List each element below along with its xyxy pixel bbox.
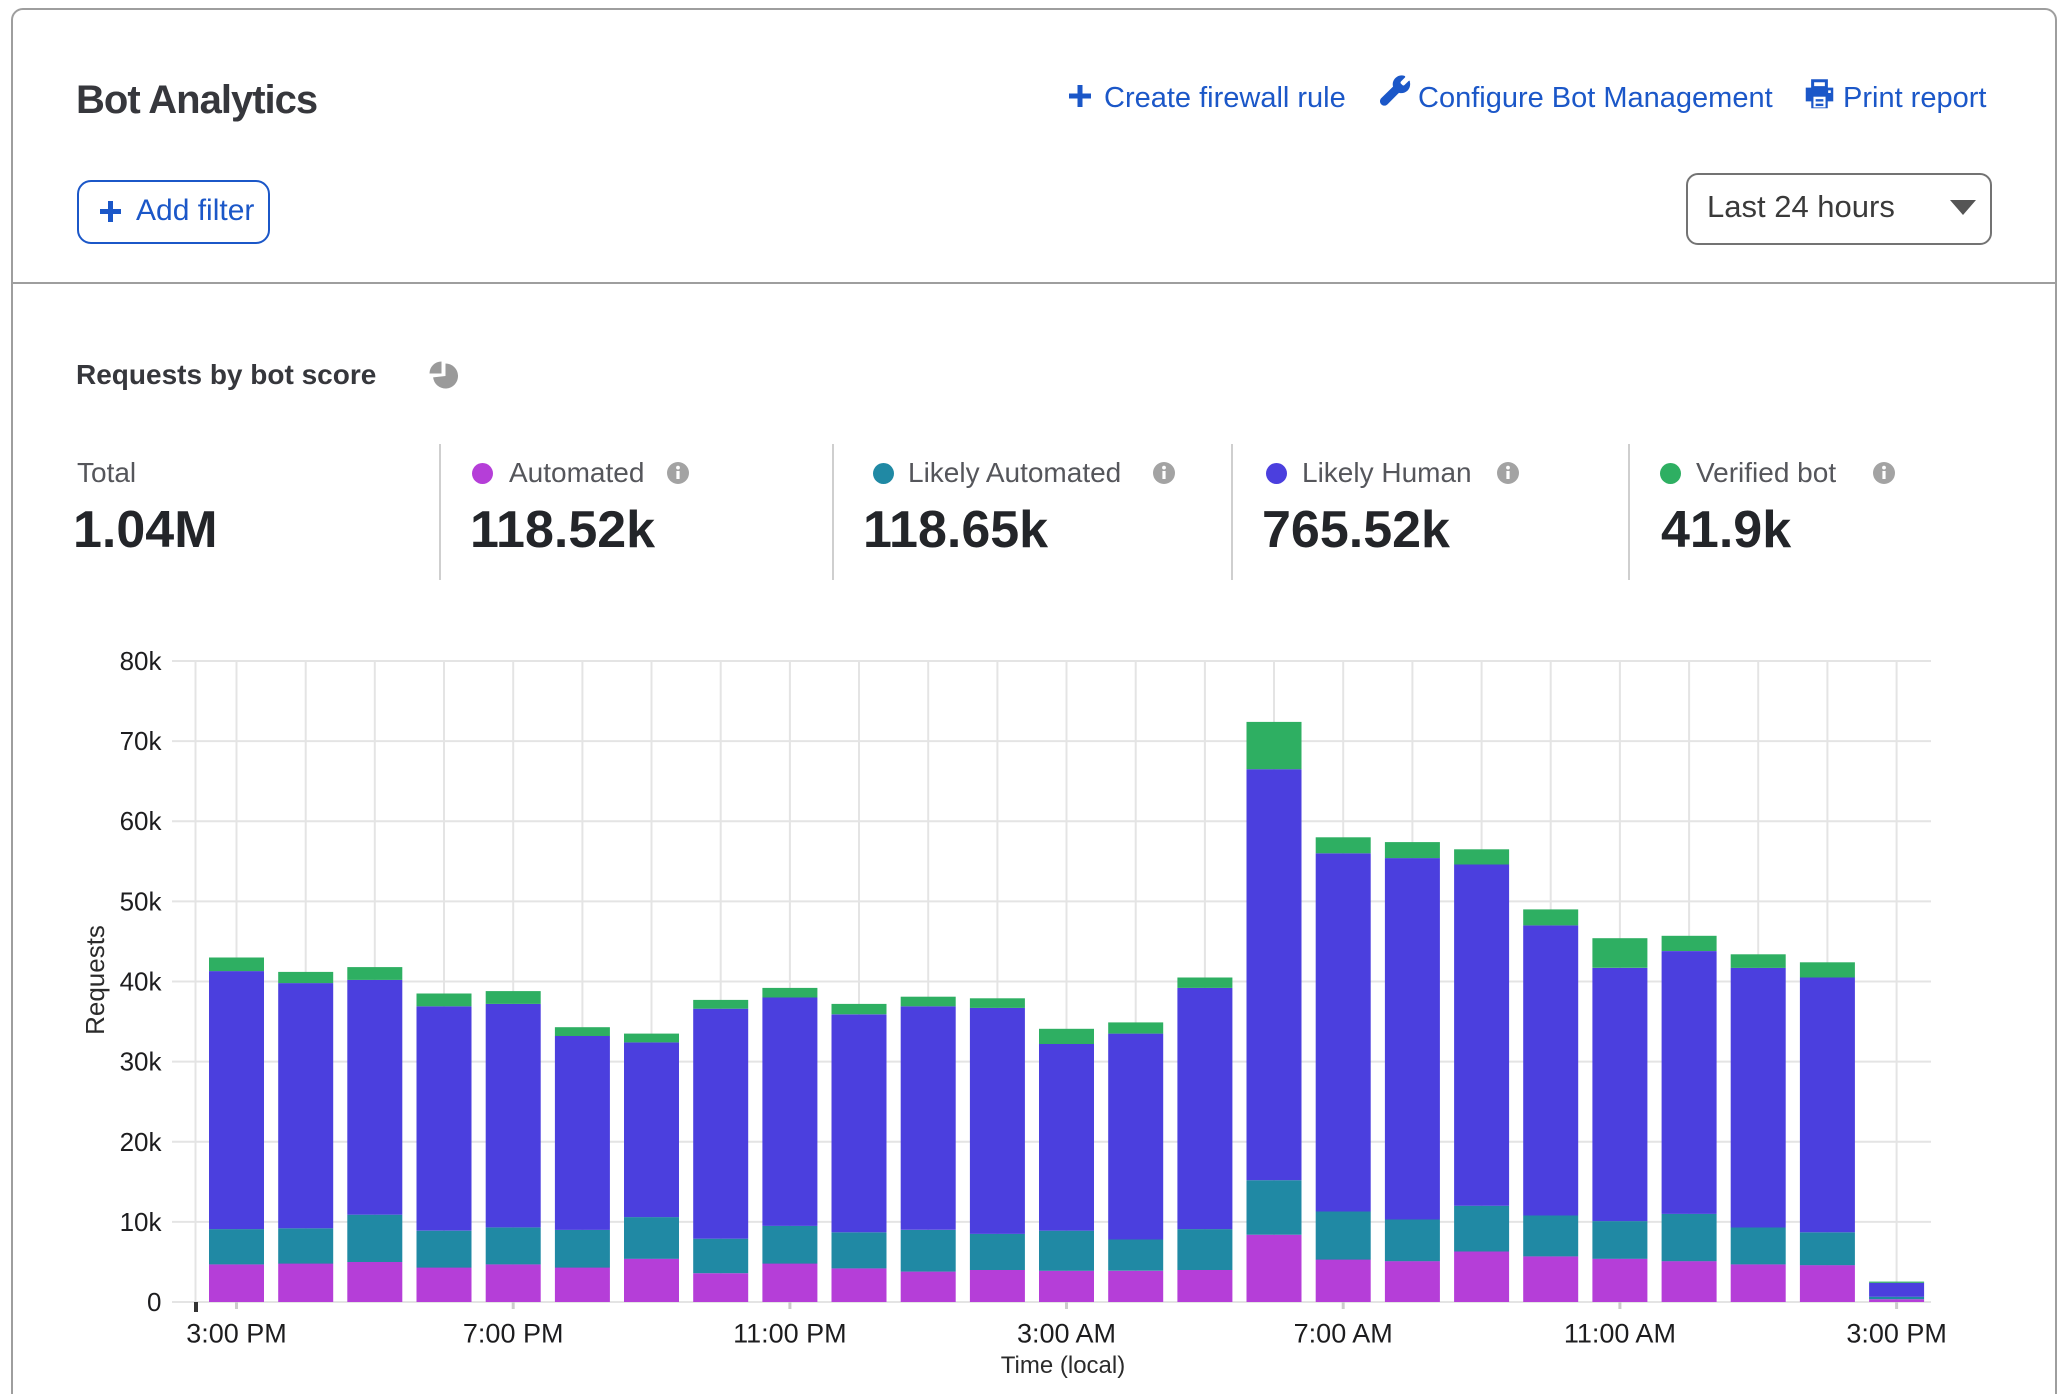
- svg-text:80k: 80k: [120, 646, 163, 676]
- svg-text:7:00 AM: 7:00 AM: [1294, 1319, 1393, 1349]
- svg-text:7:00 PM: 7:00 PM: [463, 1319, 564, 1349]
- svg-text:20k: 20k: [120, 1127, 163, 1157]
- svg-text:Requests: Requests: [80, 925, 110, 1035]
- svg-text:30k: 30k: [120, 1047, 163, 1077]
- svg-text:3:00 AM: 3:00 AM: [1017, 1319, 1116, 1349]
- svg-text:11:00 AM: 11:00 AM: [1564, 1319, 1676, 1349]
- svg-text:10k: 10k: [120, 1207, 163, 1237]
- svg-text:70k: 70k: [120, 726, 163, 756]
- svg-text:60k: 60k: [120, 806, 163, 836]
- svg-text:Time (local): Time (local): [1001, 1352, 1125, 1379]
- svg-text:40k: 40k: [120, 967, 163, 997]
- svg-text:3:00 PM: 3:00 PM: [186, 1319, 287, 1349]
- svg-text:11:00 PM: 11:00 PM: [733, 1319, 847, 1349]
- svg-text:50k: 50k: [120, 886, 163, 916]
- svg-text:0: 0: [147, 1287, 161, 1317]
- svg-text:3:00 PM: 3:00 PM: [1846, 1319, 1947, 1349]
